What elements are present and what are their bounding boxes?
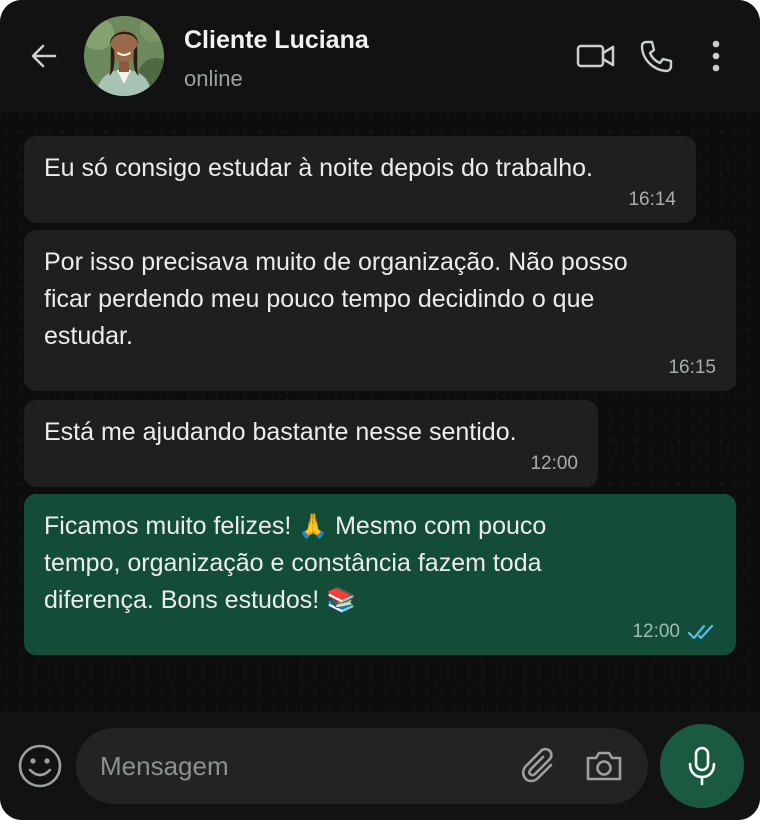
- back-button[interactable]: [24, 36, 64, 76]
- chat-header: Cliente Luciana online: [0, 0, 760, 112]
- paperclip-icon: [521, 747, 553, 783]
- video-call-button[interactable]: [576, 36, 616, 76]
- contact-photo: [84, 16, 164, 96]
- arrow-left-icon: [31, 44, 57, 68]
- message-time: 16:15: [668, 357, 716, 378]
- folded-hands-emoji: 🙏: [298, 512, 329, 540]
- smiley-icon: [18, 744, 62, 788]
- contact-status: online: [184, 66, 243, 91]
- voice-call-button[interactable]: [636, 36, 676, 76]
- message-time: 16:14: [628, 189, 676, 210]
- attach-button[interactable]: [518, 744, 562, 788]
- message-meta: 12:00: [44, 621, 716, 643]
- microphone-icon: [688, 746, 716, 786]
- chat-window: Cliente Luciana online Eu só consigo est…: [0, 0, 760, 820]
- message-text: Por isso precisava muito de organização.…: [44, 248, 628, 350]
- message-incoming[interactable]: Está me ajudando bastante nesse sentido.…: [24, 400, 598, 487]
- message-time: 12:00: [632, 621, 680, 642]
- message-outgoing[interactable]: Ficamos muito felizes! 🙏 Mesmo com pouco…: [24, 494, 736, 655]
- message-incoming[interactable]: Eu só consigo estudar à noite depois do …: [24, 136, 696, 223]
- emoji-button[interactable]: [16, 742, 64, 790]
- message-text: Eu só consigo estudar à noite depois do …: [44, 154, 593, 182]
- books-emoji: 📚: [326, 586, 357, 614]
- more-vertical-icon: [712, 40, 720, 72]
- message-meta: 16:15: [44, 357, 716, 379]
- message-input[interactable]: [100, 746, 500, 786]
- avatar[interactable]: [84, 16, 164, 96]
- message-meta: 16:14: [44, 189, 676, 211]
- read-ticks-icon: [688, 623, 716, 641]
- voice-message-button[interactable]: [660, 724, 744, 808]
- more-options-button[interactable]: [700, 36, 732, 76]
- video-call-icon: [576, 44, 615, 68]
- contact-name[interactable]: Cliente Luciana: [184, 26, 369, 55]
- message-list[interactable]: Eu só consigo estudar à noite depois do …: [0, 112, 760, 712]
- camera-button[interactable]: [582, 744, 626, 788]
- phone-icon: [640, 40, 673, 73]
- message-text: Está me ajudando bastante nesse sentido.: [44, 418, 517, 446]
- message-time: 12:00: [530, 453, 578, 474]
- message-incoming[interactable]: Por isso precisava muito de organização.…: [24, 230, 736, 391]
- camera-icon: [586, 751, 622, 781]
- message-text: Ficamos muito felizes! 🙏 Mesmo com pouco…: [44, 512, 547, 614]
- message-meta: 12:00: [44, 453, 578, 475]
